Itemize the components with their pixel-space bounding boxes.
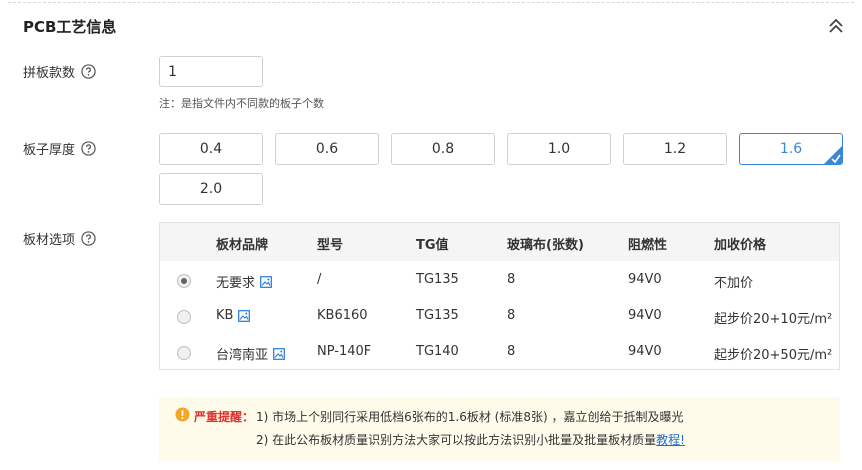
table-row[interactable]: 台湾南亚 NP-140F TG140 8 94V0 起步价20+50元/m²: [160, 335, 839, 371]
flame-cell: 94V0: [628, 308, 662, 323]
quantity-label-text: 拼板款数: [23, 66, 76, 81]
material-radio[interactable]: [177, 346, 191, 360]
brand-cell: KB: [216, 308, 251, 323]
image-icon[interactable]: [260, 275, 272, 288]
image-icon[interactable]: [273, 347, 285, 360]
cloth-cell: 8: [507, 344, 516, 359]
cloth-cell: 8: [507, 308, 516, 323]
tg-cell: TG140: [416, 344, 459, 359]
check-corner-icon: [824, 146, 842, 164]
quantity-note: 注：是指文件内不同款的板子个数: [159, 97, 324, 110]
thickness-option-0.8[interactable]: 0.8: [391, 133, 495, 165]
brand-name: 台湾南亚: [216, 348, 269, 363]
column-header-cloth: 玻璃布(张数): [507, 238, 584, 253]
price-cell: 不加价: [714, 276, 754, 291]
warning-box: 严重提醒： 1) 市场上个别同行采用低档6张布的1.6板材 (标准8张) ，嘉立…: [159, 397, 840, 461]
warning-line-1: 1) 市场上个别同行采用低档6张布的1.6板材 (标准8张) ，嘉立创给于抵制及…: [256, 410, 684, 424]
model-cell: NP-140F: [317, 344, 372, 359]
thickness-option-1.2[interactable]: 1.2: [623, 133, 727, 165]
thickness-option-1.6[interactable]: 1.6: [739, 133, 843, 165]
material-label: 板材选项: [23, 229, 96, 248]
flame-cell: 94V0: [628, 344, 662, 359]
thickness-option-0.4[interactable]: 0.4: [159, 133, 263, 165]
brand-name: KB: [216, 308, 234, 323]
material-table-header: 板材品牌 型号 TG值 玻璃布(张数) 阻燃性 加收价格: [160, 223, 839, 261]
column-header-flame: 阻燃性: [628, 238, 668, 253]
tg-cell: TG135: [416, 308, 459, 323]
thickness-option-1.0[interactable]: 1.0: [507, 133, 611, 165]
warning-icon: [175, 407, 190, 422]
column-header-tg: TG值: [416, 238, 449, 253]
thickness-option-0.6[interactable]: 0.6: [275, 133, 379, 165]
brand-name: 无要求: [216, 276, 256, 291]
quantity-input[interactable]: [159, 56, 263, 87]
material-radio[interactable]: [177, 310, 191, 324]
help-icon[interactable]: [81, 231, 96, 246]
price-cell: 起步价20+10元/m²: [714, 312, 833, 327]
tg-cell: TG135: [416, 272, 459, 287]
brand-cell: 台湾南亚: [216, 344, 285, 363]
tutorial-link[interactable]: 教程!: [656, 433, 685, 447]
warning-title: 严重提醒：: [194, 410, 255, 424]
material-label-text: 板材选项: [23, 233, 76, 248]
help-icon[interactable]: [81, 64, 96, 79]
table-row[interactable]: KB KB6160 TG135 8 94V0 起步价20+10元/m²: [160, 299, 839, 335]
help-icon[interactable]: [81, 141, 96, 156]
warning-line-2-text: 2) 在此公布板材质量识别方法大家可以按此方法识别小批量及批量板材质量: [256, 433, 657, 447]
model-cell: KB6160: [317, 308, 368, 323]
price-cell: 起步价20+50元/m²: [714, 348, 833, 363]
top-divider: [8, 2, 854, 3]
model-cell: /: [317, 272, 322, 287]
column-header-price: 加收价格: [714, 238, 767, 253]
thickness-option-2.0[interactable]: 2.0: [159, 173, 263, 205]
warning-line-2: 2) 在此公布板材质量识别方法大家可以按此方法识别小批量及批量板材质量教程!: [256, 431, 685, 448]
image-icon[interactable]: [238, 309, 251, 322]
column-header-brand: 板材品牌: [216, 238, 269, 253]
double-chevron-up-icon[interactable]: [826, 16, 846, 36]
thickness-option-label: 1.6: [779, 141, 803, 157]
thickness-label: 板子厚度: [23, 139, 96, 158]
material-table: 板材品牌 型号 TG值 玻璃布(张数) 阻燃性 加收价格 无要求 / TG135…: [159, 222, 840, 370]
material-radio[interactable]: [177, 274, 191, 288]
brand-cell: 无要求: [216, 272, 272, 291]
flame-cell: 94V0: [628, 272, 662, 287]
table-row[interactable]: 无要求 / TG135 8 94V0 不加价: [160, 263, 839, 299]
cloth-cell: 8: [507, 272, 516, 287]
quantity-label: 拼板款数: [23, 62, 96, 81]
thickness-label-text: 板子厚度: [23, 143, 76, 158]
column-header-model: 型号: [317, 238, 344, 253]
section-title: PCB工艺信息: [23, 18, 117, 36]
